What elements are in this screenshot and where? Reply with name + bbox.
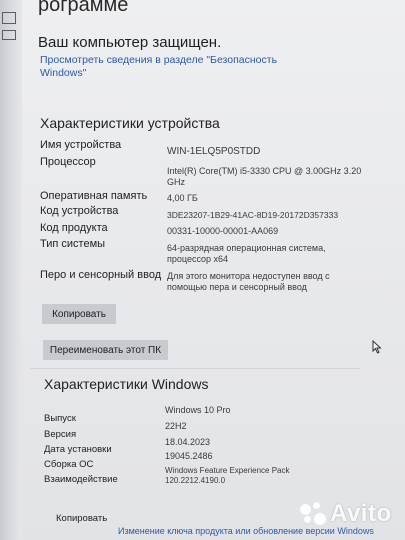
spec-label-device-id: Код устройства — [40, 205, 119, 217]
win-value-experience: Windows Feature Experience Pack 120.2212… — [165, 466, 290, 485]
windows-specs-title: Характеристики Windows — [44, 376, 209, 392]
page-heading: рограмме — [38, 0, 129, 16]
spec-label-product-id: Код продукта — [40, 222, 108, 234]
win-label-edition: Выпуск — [44, 413, 76, 424]
security-details-link[interactable]: Просмотреть сведения в разделе "Безопасн… — [40, 54, 280, 80]
spec-value-system-type: 64-разрядная операционная система, проце… — [167, 243, 326, 264]
settings-about-page: рограмме Ваш компьютер защищен. Просмотр… — [0, 0, 405, 540]
win-label-install-date: Дата установки — [44, 444, 112, 455]
spec-value-pen-touch: Для этого монитора недоступен ввод с пом… — [167, 271, 330, 292]
spec-label-device-name: Имя устройства — [40, 139, 122, 151]
win-value-edition: Windows 10 Pro — [165, 405, 231, 415]
spec-value-product-id: 00331-10000-00001-AA069 — [167, 226, 279, 236]
rename-pc-button[interactable]: Переименовать этот ПК — [43, 340, 168, 360]
avito-watermark: Avito — [300, 500, 392, 528]
avito-logo-icon — [300, 502, 326, 526]
avito-watermark-text: Avito — [330, 500, 392, 527]
spec-label-processor: Процессор — [40, 156, 96, 168]
spec-label-pen-touch: Перо и сенсорный ввод — [40, 269, 162, 281]
spec-label-system-type: Тип системы — [40, 238, 106, 250]
spec-value-processor: Intel(R) Core(TM) i5-3330 CPU @ 3.00GHz … — [167, 166, 362, 187]
device-specs-title: Характеристики устройства — [40, 115, 220, 131]
win-label-os-build: Сборка ОС — [44, 459, 94, 470]
left-nav-rail — [0, 0, 22, 540]
spec-value-device-id: 3DE23207-1B29-41AC-8D19-20172D357333 — [167, 210, 339, 220]
section-divider — [30, 368, 360, 369]
spec-value-device-name: WIN-1ELQ5P0STDD — [167, 146, 261, 157]
protection-status: Ваш компьютер защищен. — [38, 34, 222, 51]
spec-value-ram: 4,00 ГБ — [167, 193, 198, 203]
copy-windows-specs-button[interactable]: Копировать — [56, 513, 107, 524]
win-value-version: 22H2 — [165, 421, 187, 431]
spec-label-ram: Оперативная память — [40, 190, 148, 202]
win-value-install-date: 18.04.2023 — [165, 437, 211, 447]
win-label-version: Версия — [44, 429, 77, 440]
copy-device-specs-button[interactable]: Копировать — [42, 304, 116, 324]
nav-home-icon[interactable] — [2, 12, 16, 24]
nav-item-icon[interactable] — [2, 30, 16, 40]
win-label-experience: Взаимодействие — [44, 474, 118, 485]
win-value-os-build: 19045.2486 — [165, 451, 213, 461]
mouse-cursor-icon — [372, 340, 382, 354]
